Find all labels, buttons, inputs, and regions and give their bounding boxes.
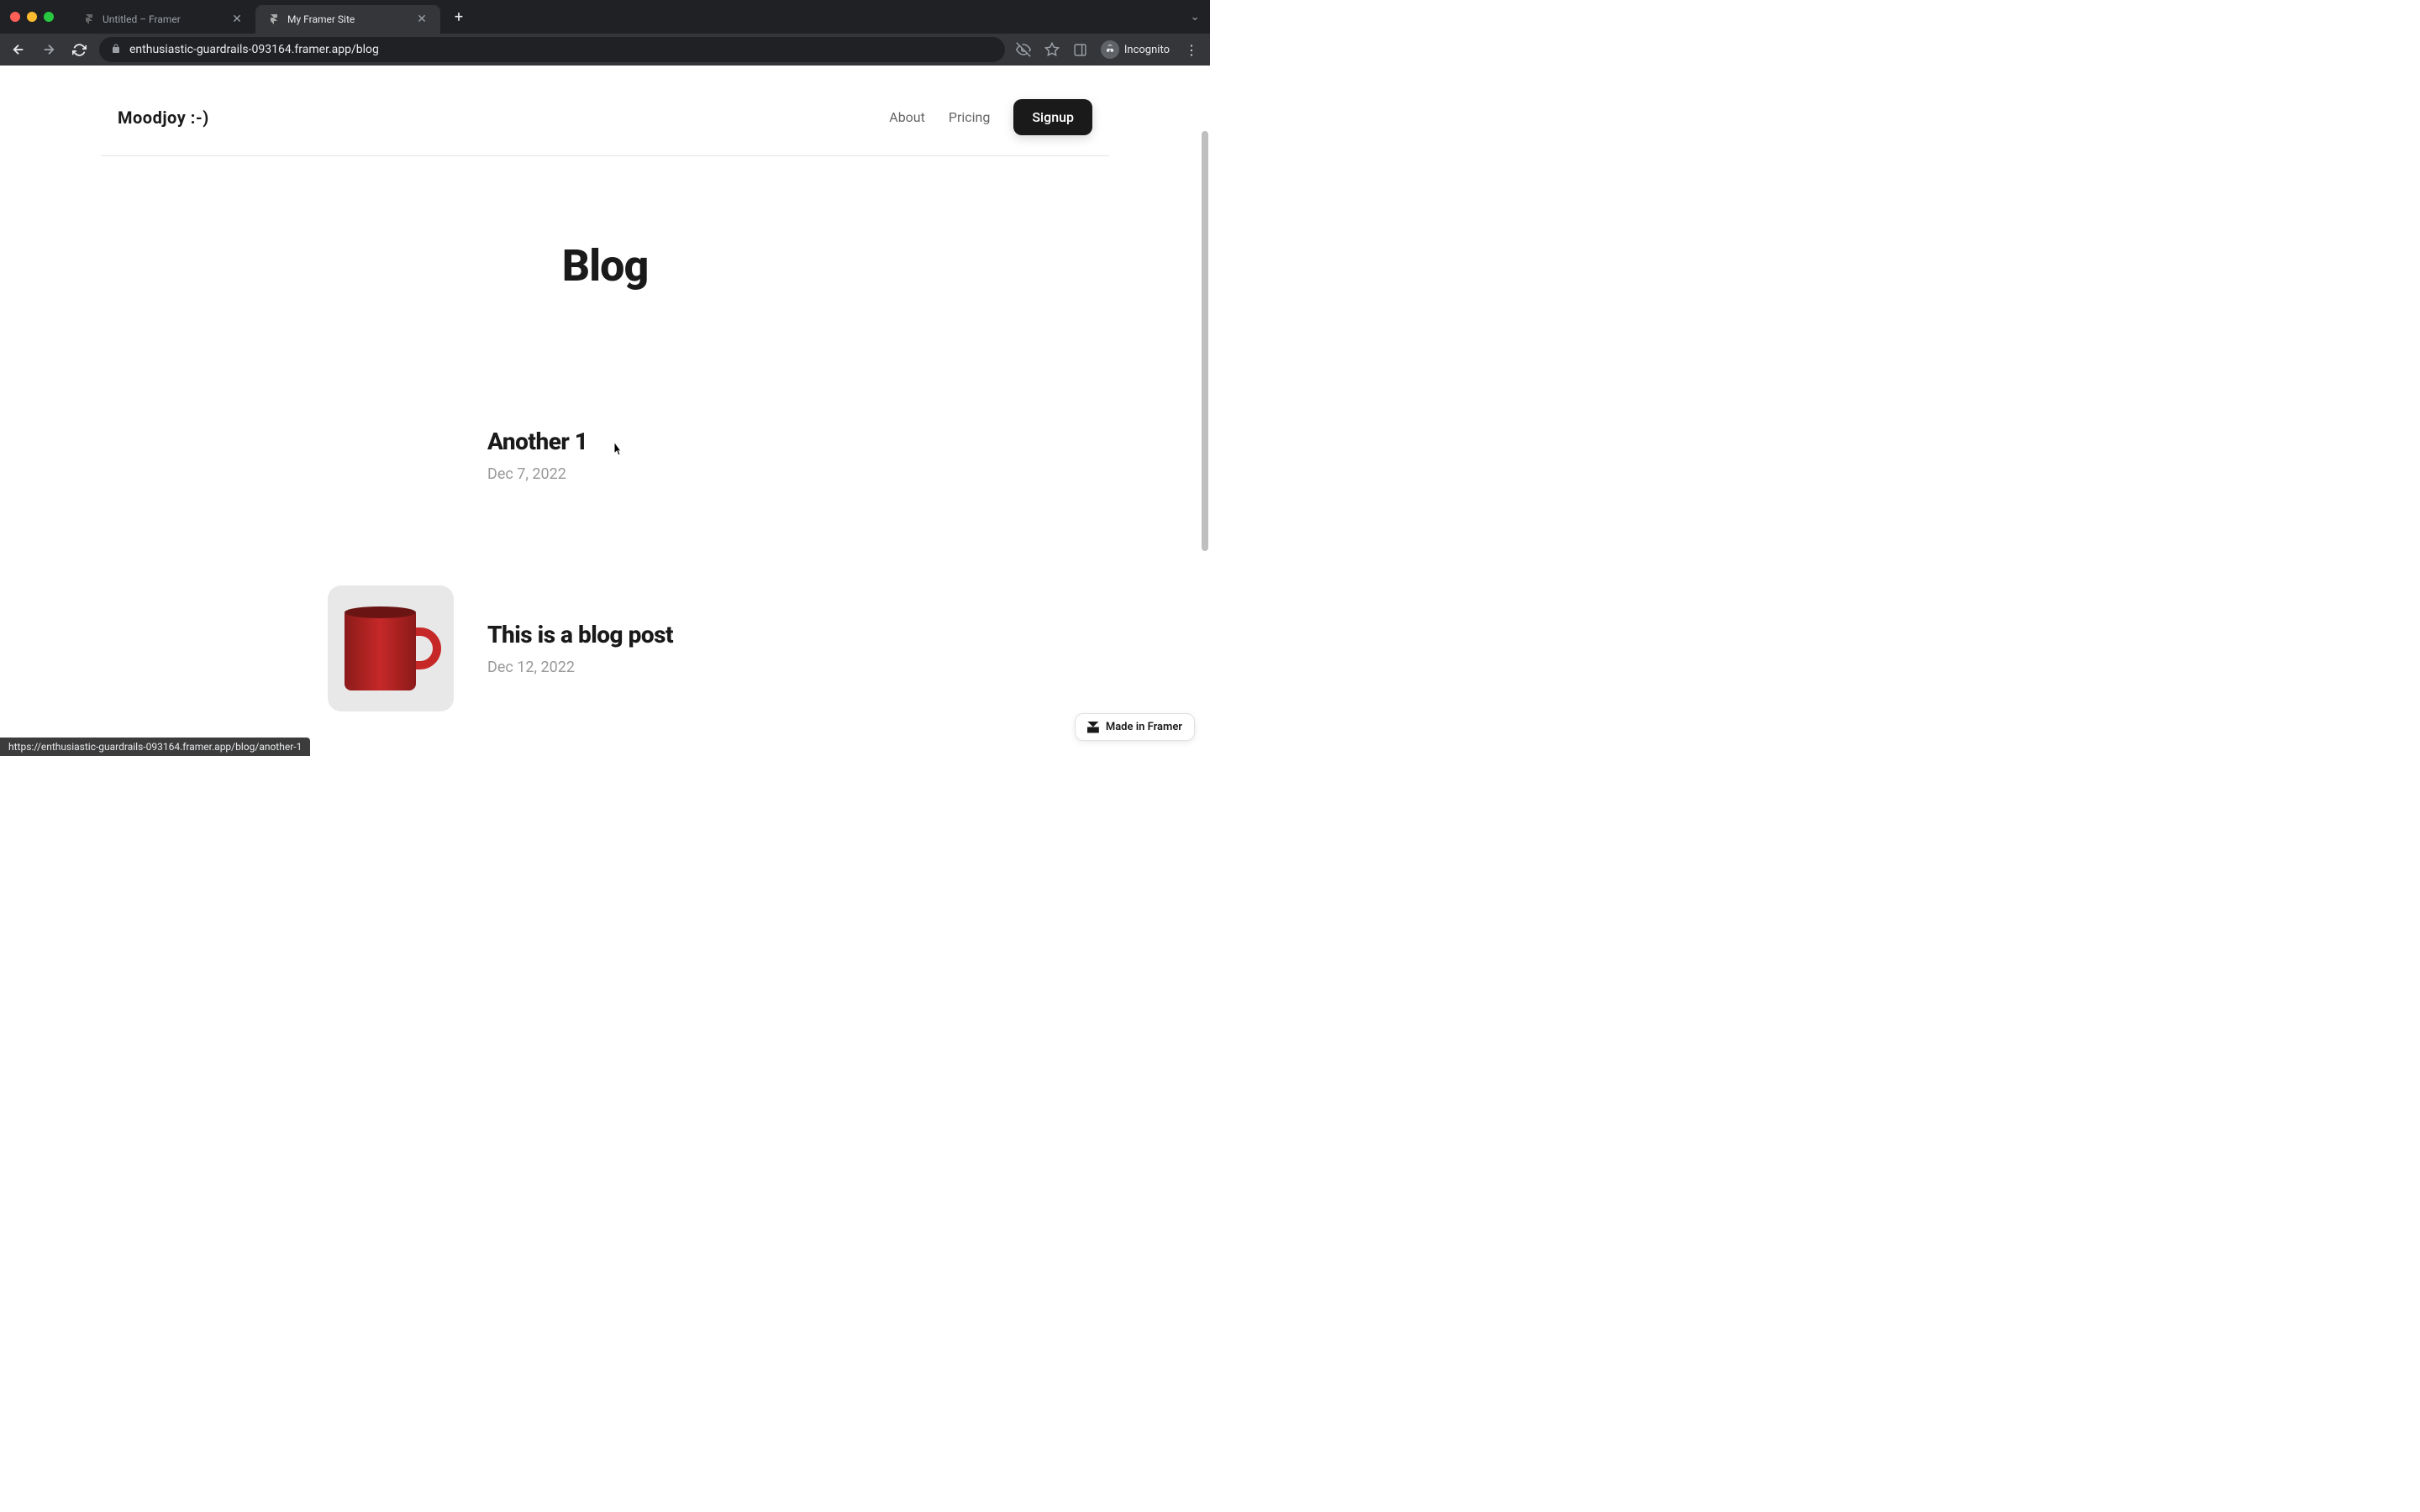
blog-text: Another 1 Dec 7, 2022 bbox=[487, 428, 882, 483]
framer-badge[interactable]: Made in Framer bbox=[1075, 713, 1195, 741]
framer-badge-label: Made in Framer bbox=[1106, 721, 1182, 733]
scrollbar[interactable] bbox=[1202, 131, 1208, 551]
tab-title: My Framer Site bbox=[287, 13, 408, 25]
star-icon[interactable] bbox=[1044, 41, 1060, 58]
maximize-window-button[interactable] bbox=[44, 12, 54, 22]
minimize-window-button[interactable] bbox=[27, 12, 37, 22]
site-nav: About Pricing Signup bbox=[889, 99, 1092, 135]
blog-post-date: Dec 7, 2022 bbox=[487, 465, 882, 483]
lock-icon bbox=[111, 44, 121, 56]
blog-list: Another 1 Dec 7, 2022 This is a blog pos… bbox=[311, 392, 899, 711]
framer-logo-icon bbox=[1087, 722, 1099, 733]
framer-favicon-icon bbox=[267, 13, 281, 26]
incognito-icon bbox=[1101, 40, 1119, 59]
forward-button[interactable] bbox=[39, 39, 59, 60]
nav-pricing[interactable]: Pricing bbox=[949, 109, 991, 125]
blog-text: This is a blog post Dec 12, 2022 bbox=[487, 621, 882, 676]
back-button[interactable] bbox=[8, 39, 29, 60]
new-tab-button[interactable]: + bbox=[447, 5, 471, 29]
tab-my-framer-site[interactable]: My Framer Site ✕ bbox=[255, 5, 440, 34]
address-bar-row: enthusiastic-guardrails-093164.framer.ap… bbox=[0, 34, 1210, 66]
chevron-down-icon[interactable]: ⌄ bbox=[1190, 10, 1200, 24]
url-text: enthusiastic-guardrails-093164.framer.ap… bbox=[129, 43, 379, 56]
page-content: Moodjoy :-) About Pricing Signup Blog An… bbox=[0, 66, 1210, 756]
menu-button[interactable]: ⋮ bbox=[1181, 42, 1202, 58]
site-logo[interactable]: Moodjoy :-) bbox=[118, 108, 209, 128]
window-controls bbox=[10, 12, 54, 22]
signup-button[interactable]: Signup bbox=[1013, 99, 1092, 135]
close-window-button[interactable] bbox=[10, 12, 20, 22]
blog-post-title: This is a blog post bbox=[487, 621, 882, 648]
eye-off-icon[interactable] bbox=[1015, 41, 1032, 58]
blog-post-title: Another 1 bbox=[487, 428, 882, 455]
address-bar-right: Incognito ⋮ bbox=[1015, 40, 1202, 59]
chrome-right-controls: ⌄ bbox=[1190, 10, 1200, 24]
page-title: Blog bbox=[0, 240, 1210, 291]
reload-button[interactable] bbox=[69, 39, 89, 60]
framer-favicon-icon bbox=[82, 13, 96, 26]
close-tab-icon[interactable]: ✕ bbox=[230, 13, 244, 26]
blog-post-item[interactable]: Another 1 Dec 7, 2022 bbox=[328, 392, 882, 518]
site-header: Moodjoy :-) About Pricing Signup bbox=[101, 66, 1109, 156]
panel-icon[interactable] bbox=[1072, 41, 1089, 58]
blog-post-date: Dec 12, 2022 bbox=[487, 659, 882, 676]
mug-illustration bbox=[345, 606, 437, 690]
tab-title: Untitled – Framer bbox=[103, 13, 224, 25]
close-tab-icon[interactable]: ✕ bbox=[415, 13, 429, 26]
incognito-label: Incognito bbox=[1124, 44, 1170, 56]
browser-tab-strip: Untitled – Framer ✕ My Framer Site ✕ + ⌄ bbox=[0, 0, 1210, 34]
status-bar: https://enthusiastic-guardrails-093164.f… bbox=[0, 738, 310, 756]
blog-post-item[interactable]: This is a blog post Dec 12, 2022 bbox=[328, 585, 882, 711]
tab-untitled-framer[interactable]: Untitled – Framer ✕ bbox=[71, 5, 255, 34]
tabs-container: Untitled – Framer ✕ My Framer Site ✕ + bbox=[71, 0, 471, 34]
address-bar[interactable]: enthusiastic-guardrails-093164.framer.ap… bbox=[99, 37, 1005, 62]
nav-about[interactable]: About bbox=[889, 109, 925, 125]
blog-image bbox=[328, 585, 454, 711]
incognito-indicator[interactable]: Incognito bbox=[1101, 40, 1170, 59]
